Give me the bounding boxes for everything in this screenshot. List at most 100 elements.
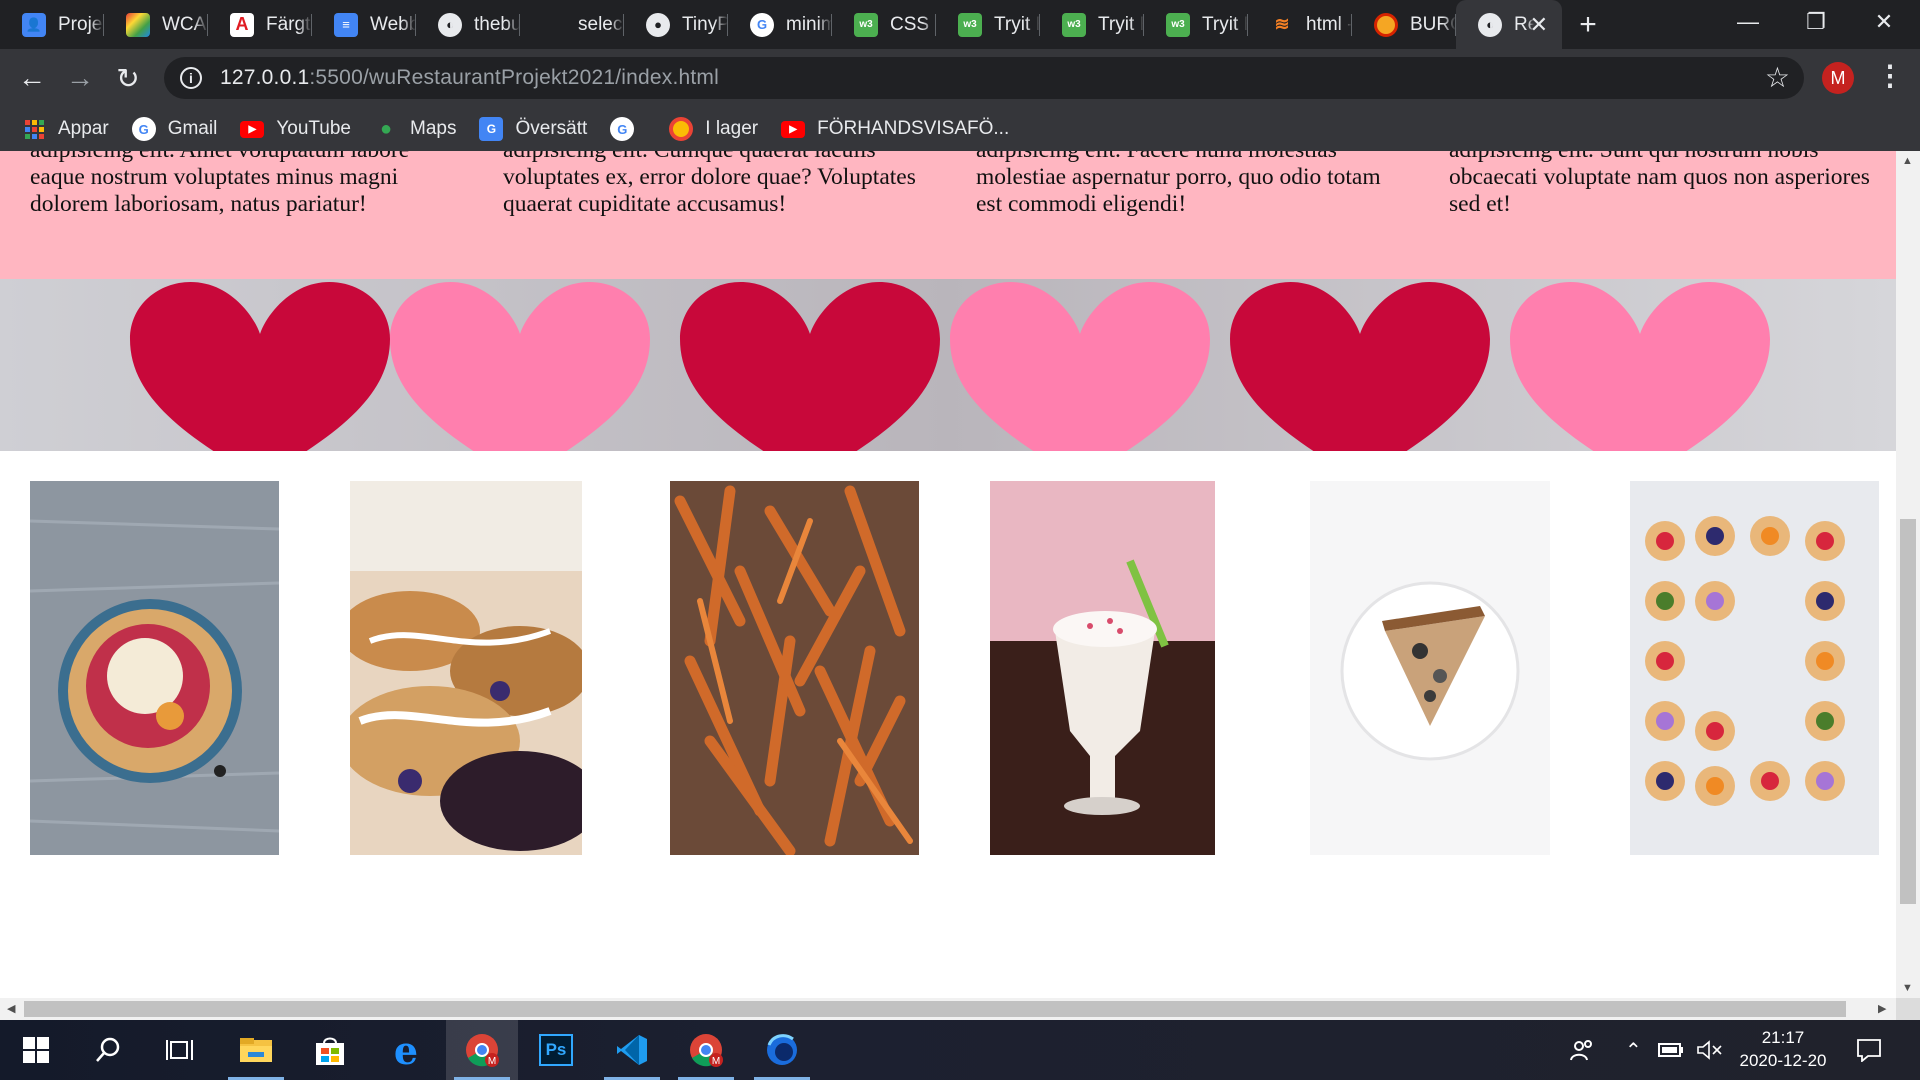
task-view-icon <box>166 1040 193 1060</box>
vertical-scroll-thumb[interactable] <box>1900 519 1916 904</box>
bookmark-label: Maps <box>410 118 457 139</box>
scroll-down-arrow-icon[interactable]: ▼ <box>1902 982 1913 994</box>
chrome-menu-icon[interactable]: ⋮ <box>1876 59 1904 92</box>
tab-css-intro[interactable]: w3 CSS Intro <box>832 0 936 49</box>
reload-icon: ↻ <box>116 62 140 94</box>
battery-icon[interactable] <box>1658 1020 1684 1080</box>
windows-start-icon <box>23 1037 49 1063</box>
page-viewport: adipisicing elit. Amet voluptatum labore… <box>0 151 1896 998</box>
back-button[interactable]: ← <box>14 61 50 95</box>
docs-icon: ≡ <box>334 12 358 37</box>
url-text[interactable]: 127.0.0.1:5500/wuRestaurantProjekt2021/i… <box>220 66 719 90</box>
heart-red <box>1230 282 1490 451</box>
translate-icon: G <box>479 117 504 141</box>
tab-html[interactable]: ≋ html - <box>1248 0 1352 49</box>
tab-strip: 👤 Projekt WCAG A Färgtest ≡ Webbdesign ◐ the… <box>0 0 1920 49</box>
info-section: adipisicing elit. Amet voluptatum labore… <box>0 151 1896 279</box>
tab-label: Tryit Editor <box>1098 13 1144 35</box>
tab-thebu[interactable]: ◐ thebu <box>416 0 520 49</box>
reload-button[interactable]: ↻ <box>110 61 146 95</box>
bookmark-youtube[interactable]: ▶ YouTube <box>240 118 351 140</box>
bookmark-google[interactable]: G <box>610 117 646 141</box>
browser-toolbar: ← → ↻ i 127.0.0.1:5500/wuRestaurantProje… <box>0 49 1920 107</box>
bookmark-label: YouTube <box>276 118 351 139</box>
column-text: obcaecati voluptate nam quos non asperio… <box>1449 164 1870 190</box>
info-column-3: adipisicing elit. Facere nulla molestias… <box>976 151 1416 218</box>
minimize-button[interactable]: — <box>1714 0 1782 44</box>
tab-tryit-3[interactable]: w3 Tryit Editor <box>1144 0 1248 49</box>
tab-wcag[interactable]: WCAG <box>104 0 208 49</box>
column-text: adipisicing elit. Amet voluptatum labore <box>30 151 470 164</box>
taskbar-store[interactable] <box>294 1020 366 1080</box>
close-window-button[interactable]: ✕ <box>1850 0 1918 44</box>
taskbar-vscode[interactable] <box>596 1020 668 1080</box>
bookmark-star-icon[interactable]: ☆ <box>1765 61 1790 94</box>
w3schools-icon: w3 <box>1166 12 1190 37</box>
tab-restaurant[interactable]: ◐Restaurant✕ <box>1456 0 1562 49</box>
scroll-right-arrow-icon[interactable]: ▶ <box>1878 1002 1886 1015</box>
close-tab-icon[interactable]: ✕ <box>1530 12 1548 38</box>
bookmark-maps[interactable]: ● Maps <box>374 117 457 141</box>
task-view-button[interactable] <box>144 1020 216 1080</box>
volume-muted-icon[interactable] <box>1696 1020 1722 1080</box>
milkshake-photo <box>990 481 1215 855</box>
column-text: sed et! <box>1449 191 1511 217</box>
edge-icon: e <box>393 1027 419 1073</box>
notifications-icon[interactable] <box>1856 1020 1882 1080</box>
chrome-icon: M <box>466 1034 499 1067</box>
horizontal-scrollbar[interactable]: ◀ ▶ <box>0 998 1896 1020</box>
heart-pink <box>1510 282 1770 451</box>
bookmark-label: Gmail <box>167 118 218 139</box>
bookmark-i-lager[interactable]: I lager <box>669 117 758 141</box>
tab-fargtest[interactable]: A Färgtest <box>208 0 312 49</box>
people-icon[interactable] <box>1570 1020 1594 1080</box>
taskbar-chrome-active[interactable]: M <box>446 1020 518 1080</box>
info-column-1: adipisicing elit. Amet voluptatum labore… <box>30 151 470 218</box>
new-tab-button[interactable]: + <box>1562 0 1614 49</box>
bookmark-oversatt[interactable]: G Översätt <box>479 117 587 141</box>
system-clock[interactable]: 21:17 2020-12-20 <box>1728 1026 1838 1072</box>
tab-minimalist[interactable]: Gminimalist <box>728 0 832 49</box>
tab-projekt[interactable]: 👤 Projekt <box>0 0 104 49</box>
profile-avatar[interactable]: M <box>1822 62 1854 94</box>
tab-burger[interactable]: BURGER <box>1352 0 1456 49</box>
tab-tryit-1[interactable]: w3 Tryit Editor <box>936 0 1040 49</box>
scroll-left-arrow-icon[interactable]: ◀ <box>7 1002 15 1015</box>
taskbar-chrome-2[interactable]: M <box>670 1020 742 1080</box>
start-button[interactable] <box>0 1020 72 1080</box>
burgerking-icon <box>1374 12 1398 37</box>
bookmark-gmail[interactable]: G Gmail <box>131 117 218 141</box>
tab-label: TinyPNG <box>682 13 728 35</box>
search-button[interactable] <box>72 1020 144 1080</box>
tab-tryit-2[interactable]: w3 Tryit Editor <box>1040 0 1144 49</box>
column-text: molestiae aspernatur porro, quo odio tot… <box>976 164 1381 190</box>
tab-label: Tryit Editor <box>994 13 1040 35</box>
info-icon[interactable]: i <box>180 67 202 89</box>
chrome-ring-icon <box>669 117 694 141</box>
tab-tinypng[interactable]: ● TinyPNG <box>624 0 728 49</box>
column-text: dolorem laboriosam, natus pariatur! <box>30 191 367 217</box>
scroll-up-arrow-icon[interactable]: ▲ <box>1902 155 1913 167</box>
vertical-scrollbar[interactable]: ▲ ▼ <box>1896 151 1920 998</box>
photoshop-icon: Ps <box>539 1034 573 1066</box>
tab-label: Projekt <box>58 13 104 35</box>
taskbar-photoshop[interactable]: Ps <box>520 1020 592 1080</box>
taskbar-file-explorer[interactable] <box>220 1020 292 1080</box>
address-bar[interactable]: i 127.0.0.1:5500/wuRestaurantProjekt2021… <box>164 57 1804 99</box>
forward-button[interactable]: → <box>62 61 98 95</box>
w3schools-icon: w3 <box>958 12 982 37</box>
horizontal-scroll-thumb[interactable] <box>24 1001 1846 1017</box>
store-icon <box>316 1037 344 1065</box>
tab-select[interactable]: select <box>520 0 624 49</box>
taskbar-firefox-dev[interactable] <box>746 1020 818 1080</box>
show-hidden-icons-icon[interactable]: ⌃ <box>1625 1020 1642 1080</box>
bookmark-forhandsvisa[interactable]: ▶ FÖRHANDSVISAFÖ... <box>781 118 1009 140</box>
bookmark-appar[interactable]: Appar <box>22 117 109 141</box>
google-icon: G <box>610 117 635 141</box>
tab-label: Färgtest <box>266 13 312 35</box>
restore-button[interactable]: ❐ <box>1782 0 1850 44</box>
maps-pin-icon: ● <box>379 117 393 140</box>
taskbar-edge[interactable]: e <box>370 1020 442 1080</box>
tab-webbdesign[interactable]: ≡ Webbdesign <box>312 0 416 49</box>
svg-text:M: M <box>488 1056 496 1067</box>
